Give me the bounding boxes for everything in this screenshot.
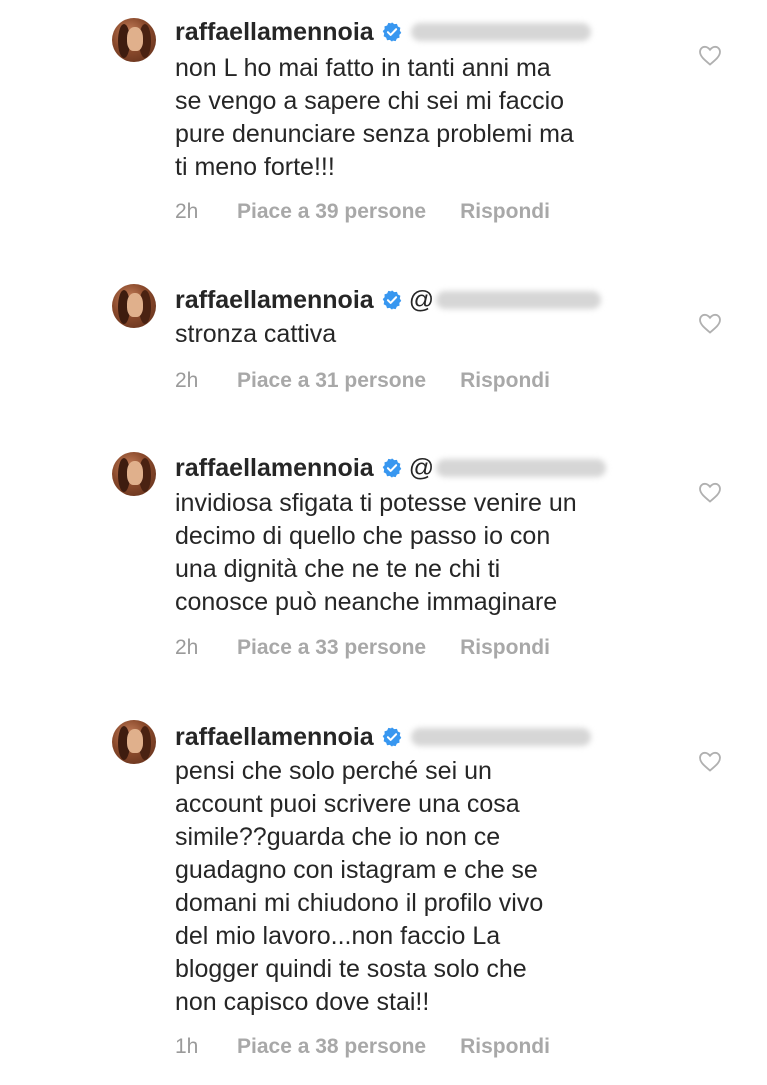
- verified-badge-icon: [382, 458, 401, 478]
- avatar[interactable]: [112, 18, 156, 62]
- comment-text: stronza cattiva: [175, 320, 337, 348]
- blurred-mention: [410, 23, 591, 41]
- likes-count[interactable]: Piace a 39 persone: [237, 200, 426, 224]
- heart-outline-icon[interactable]: [698, 750, 722, 772]
- likes-count[interactable]: Piace a 31 persone: [237, 369, 426, 393]
- reply-button[interactable]: Rispondi: [460, 636, 550, 660]
- comment-text: invidiosa sfigata ti potesse venire un d…: [175, 489, 577, 616]
- comment-text: pensi che solo perché sei un account puo…: [175, 757, 544, 1016]
- blurred-mention: [410, 728, 591, 746]
- username[interactable]: raffaellamennoia: [175, 723, 374, 752]
- mention-prefix: @: [408, 285, 435, 314]
- comment-meta: 2h Piace a 39 persone Rispondi: [175, 197, 550, 227]
- blurred-mention: [436, 459, 607, 477]
- username[interactable]: raffaellamennoia: [175, 18, 374, 47]
- verified-badge-icon: [382, 727, 401, 747]
- username[interactable]: raffaellamennoia: [175, 286, 374, 315]
- likes-count[interactable]: Piace a 33 persone: [237, 636, 426, 660]
- heart-outline-icon[interactable]: [698, 312, 722, 334]
- blurred-mention: [436, 291, 602, 309]
- heart-outline-icon[interactable]: [698, 481, 722, 503]
- comment-meta: 2h Piace a 33 persone Rispondi: [175, 633, 550, 663]
- comment-header: raffaellamennoia @: [175, 285, 602, 315]
- reply-button[interactable]: Rispondi: [460, 200, 550, 224]
- heart-outline-icon[interactable]: [698, 44, 722, 66]
- avatar[interactable]: [112, 452, 156, 496]
- comment-time: 2h: [175, 636, 199, 659]
- verified-badge-icon: [382, 22, 401, 42]
- avatar[interactable]: [112, 284, 156, 328]
- username[interactable]: raffaellamennoia: [175, 454, 374, 483]
- reply-button[interactable]: Rispondi: [460, 369, 550, 393]
- mention-prefix: @: [408, 453, 435, 482]
- comment-header: raffaellamennoia: [175, 17, 591, 47]
- comment-text: non L ho mai fatto in tanti anni ma se v…: [175, 54, 574, 181]
- comment-time: 2h: [175, 369, 199, 392]
- comment-header: raffaellamennoia @: [175, 453, 607, 483]
- likes-count[interactable]: Piace a 38 persone: [237, 1035, 426, 1059]
- comment-meta: 2h Piace a 31 persone Rispondi: [175, 366, 550, 396]
- verified-badge-icon: [382, 290, 401, 310]
- comment-meta: 1h Piace a 38 persone Rispondi: [175, 1032, 550, 1062]
- comment-time: 2h: [175, 200, 199, 223]
- comment-header: raffaellamennoia: [175, 722, 591, 752]
- reply-button[interactable]: Rispondi: [460, 1035, 550, 1059]
- avatar[interactable]: [112, 720, 156, 764]
- comment-time: 1h: [175, 1035, 199, 1058]
